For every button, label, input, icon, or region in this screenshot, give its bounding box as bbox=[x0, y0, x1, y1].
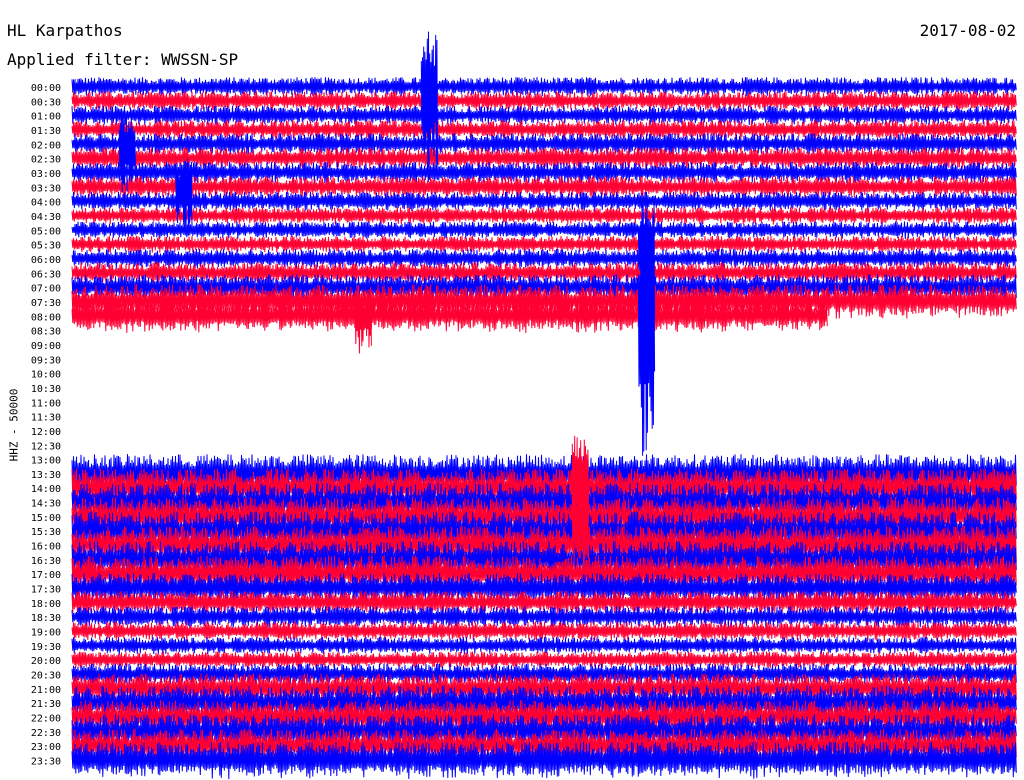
tick-label-1600: 16:00 bbox=[31, 542, 61, 553]
tick-label-0030: 00:30 bbox=[31, 97, 61, 108]
tick-label-0230: 02:30 bbox=[31, 155, 61, 166]
tick-label-0200: 02:00 bbox=[31, 140, 61, 151]
tick-label-1400: 14:00 bbox=[31, 484, 61, 495]
tick-label-1000: 10:00 bbox=[31, 370, 61, 381]
trace-0430 bbox=[71, 207, 1017, 225]
tick-label-0130: 01:30 bbox=[31, 126, 61, 137]
tick-label-0900: 09:00 bbox=[31, 341, 61, 352]
tick-label-1700: 17:00 bbox=[31, 570, 61, 581]
tick-label-1730: 17:30 bbox=[31, 585, 61, 596]
tick-label-0500: 05:00 bbox=[31, 226, 61, 237]
trace-layer bbox=[71, 77, 1017, 780]
tick-label-2200: 22:00 bbox=[31, 714, 61, 725]
trace-0530 bbox=[71, 235, 1017, 254]
tick-label-0400: 04:00 bbox=[31, 198, 61, 209]
trace-0400 bbox=[71, 191, 1017, 212]
helicorder-plot: 00:00 00:30 01:00 01:30 02:00 02:30 03:00 03:30… bbox=[31, 31, 1017, 780]
tick-label-1930: 19:30 bbox=[31, 642, 61, 653]
tick-label-0000: 00:00 bbox=[31, 83, 61, 94]
tick-label-1200: 12:00 bbox=[31, 427, 61, 438]
tick-label-0530: 05:30 bbox=[31, 241, 61, 252]
tick-label-2300: 23:00 bbox=[31, 742, 61, 753]
tick-label-0830: 08:30 bbox=[31, 327, 61, 338]
tick-label-1300: 13:00 bbox=[31, 456, 61, 467]
tick-label-0600: 06:00 bbox=[31, 255, 61, 266]
tick-label-1530: 15:30 bbox=[31, 527, 61, 538]
tick-label-1800: 18:00 bbox=[31, 599, 61, 610]
tick-label-0930: 09:30 bbox=[31, 355, 61, 366]
trace-0500 bbox=[71, 221, 1017, 239]
tick-label-2100: 21:00 bbox=[31, 685, 61, 696]
tick-label-1430: 14:30 bbox=[31, 499, 61, 510]
tick-label-2030: 20:30 bbox=[31, 671, 61, 682]
tick-label-2330: 23:30 bbox=[31, 757, 61, 768]
tick-label-0630: 06:30 bbox=[31, 269, 61, 280]
tick-label-0100: 01:00 bbox=[31, 112, 61, 123]
tick-label-2000: 20:00 bbox=[31, 656, 61, 667]
tick-label-1830: 18:30 bbox=[31, 613, 61, 624]
tick-label-0330: 03:30 bbox=[31, 183, 61, 194]
tick-label-1100: 11:00 bbox=[31, 398, 61, 409]
tick-label-1230: 12:30 bbox=[31, 441, 61, 452]
tick-label-1630: 16:30 bbox=[31, 556, 61, 567]
tick-label-1030: 10:30 bbox=[31, 384, 61, 395]
tick-label-layer: 00:00 00:30 01:00 01:30 02:00 02:30 03:00 03:30… bbox=[31, 83, 61, 768]
trace-0130 bbox=[71, 120, 1017, 140]
tick-label-0800: 08:00 bbox=[31, 312, 61, 323]
trace-0600 bbox=[71, 249, 1017, 269]
tick-label-0430: 04:30 bbox=[31, 212, 61, 223]
tick-label-2130: 21:30 bbox=[31, 699, 61, 710]
tick-label-1500: 15:00 bbox=[31, 513, 61, 524]
tick-label-0730: 07:30 bbox=[31, 298, 61, 309]
tick-label-1900: 19:00 bbox=[31, 628, 61, 639]
tick-label-2230: 22:30 bbox=[31, 728, 61, 739]
tick-label-1130: 11:30 bbox=[31, 413, 61, 424]
trace-0330 bbox=[71, 176, 1017, 198]
tick-label-1330: 13:30 bbox=[31, 470, 61, 481]
tick-label-0700: 07:00 bbox=[31, 284, 61, 295]
tick-label-0300: 03:00 bbox=[31, 169, 61, 180]
